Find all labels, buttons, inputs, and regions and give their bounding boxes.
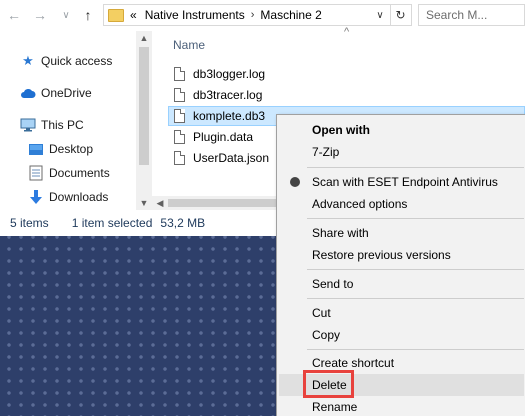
file-name: Plugin.data xyxy=(193,130,254,144)
file-name: db3logger.log xyxy=(193,67,266,81)
menu-item-label: Restore previous versions xyxy=(312,248,451,262)
file-name: db3tracer.log xyxy=(193,88,263,102)
menu-item-label: Scan with ESET Endpoint Antivirus xyxy=(312,175,498,189)
sidebar-item-label: Downloads xyxy=(49,190,109,204)
column-header-name[interactable]: Name xyxy=(173,38,205,52)
menu-separator xyxy=(307,269,524,270)
star-icon: ★ xyxy=(22,53,34,68)
sidebar-item-desktop[interactable]: Desktop xyxy=(28,138,93,160)
file-name: komplete.db3 xyxy=(193,109,266,123)
document-icon xyxy=(174,130,185,144)
documents-folder-icon xyxy=(28,165,44,181)
menu-item-scan-eset[interactable]: Scan with ESET Endpoint Antivirus xyxy=(279,171,524,193)
breadcrumb-separator-icon: › xyxy=(250,9,255,21)
context-menu: Open with 7-Zip Scan with ESET Endpoint … xyxy=(276,114,525,416)
file-row[interactable]: db3logger.log xyxy=(168,64,278,84)
scroll-up-icon[interactable]: ▲ xyxy=(136,31,152,45)
chevron-down-icon: ∨ xyxy=(376,9,384,21)
recent-locations-button[interactable]: ∨ xyxy=(56,4,76,26)
menu-item-7zip[interactable]: 7-Zip xyxy=(279,141,524,163)
up-arrow-icon: ↑ xyxy=(84,7,92,23)
sidebar-item-documents[interactable]: Documents xyxy=(28,162,110,184)
status-selection: 1 item selected xyxy=(71,216,153,230)
document-icon xyxy=(174,67,185,81)
sidebar-item-quick-access[interactable]: ★ Quick access xyxy=(20,50,112,72)
menu-item-label: 7-Zip xyxy=(312,145,340,159)
menu-item-delete[interactable]: Delete xyxy=(279,374,524,396)
download-arrow-icon xyxy=(28,189,44,205)
eset-scan-icon xyxy=(290,177,300,187)
sidebar-item-label: OneDrive xyxy=(41,86,92,100)
navigation-pane-scrollbar[interactable]: ▲ ▼ xyxy=(136,31,152,210)
search-box[interactable] xyxy=(418,4,525,26)
sidebar-item-this-pc[interactable]: This PC xyxy=(20,114,84,136)
menu-item-label: Open with xyxy=(312,123,370,137)
menu-separator xyxy=(307,349,524,350)
scroll-down-icon[interactable]: ▼ xyxy=(136,196,152,210)
breadcrumb-maschine-2[interactable]: Maschine 2 xyxy=(260,8,321,22)
menu-item-label: Create shortcut xyxy=(312,356,395,370)
sort-ascending-icon: ^ xyxy=(344,26,350,38)
computer-icon xyxy=(20,117,36,133)
menu-item-label: Share with xyxy=(312,226,369,240)
status-size: 53,2 MB xyxy=(160,216,206,230)
scrollbar-thumb[interactable] xyxy=(139,47,149,165)
file-name: UserData.json xyxy=(193,151,270,165)
back-arrow-icon: ← xyxy=(7,7,21,23)
menu-item-label: Cut xyxy=(312,306,331,320)
document-icon xyxy=(174,151,185,165)
menu-item-restore-previous-versions[interactable]: Restore previous versions xyxy=(279,244,524,266)
menu-item-label: Advanced options xyxy=(312,197,408,211)
address-bar[interactable]: « Native Instruments › Maschine 2 ∨ ↻ xyxy=(103,4,412,26)
forward-button[interactable]: → xyxy=(30,4,50,26)
scroll-left-icon[interactable]: ◀ xyxy=(152,196,168,210)
menu-item-rename[interactable]: Rename xyxy=(279,396,524,416)
folder-icon xyxy=(108,8,124,22)
file-row[interactable]: db3tracer.log xyxy=(168,85,278,105)
menu-item-label: Rename xyxy=(312,400,358,414)
menu-item-label: Delete xyxy=(312,378,347,392)
menu-item-label: Copy xyxy=(312,328,341,342)
search-input[interactable] xyxy=(426,8,496,22)
navigation-pane: ★ Quick access OneDrive This PC Desktop xyxy=(0,31,152,210)
sidebar-item-downloads[interactable]: Downloads xyxy=(28,186,108,208)
menu-separator xyxy=(307,218,524,219)
sidebar-item-label: Desktop xyxy=(49,142,94,156)
status-item-count: 5 items xyxy=(10,216,49,230)
menu-separator xyxy=(307,298,524,299)
document-icon xyxy=(174,109,185,123)
menu-item-share-with[interactable]: Share with xyxy=(279,222,524,244)
menu-item-open-with[interactable]: Open with xyxy=(279,119,524,141)
menu-item-cut[interactable]: Cut xyxy=(279,302,524,324)
menu-item-create-shortcut[interactable]: Create shortcut xyxy=(279,352,524,374)
desktop-folder-icon xyxy=(28,141,44,157)
refresh-button[interactable]: ↻ xyxy=(390,5,410,25)
menu-item-copy[interactable]: Copy xyxy=(279,324,524,346)
sidebar-item-label: This PC xyxy=(41,118,84,132)
back-button[interactable]: ← xyxy=(4,4,24,26)
file-row[interactable]: UserData.json xyxy=(168,148,278,168)
up-button[interactable]: ↑ xyxy=(78,4,98,26)
breadcrumb-native-instruments[interactable]: Native Instruments xyxy=(145,8,245,22)
menu-item-label: Send to xyxy=(312,277,354,291)
menu-separator xyxy=(307,167,524,168)
address-overflow-icon[interactable]: « xyxy=(130,8,137,22)
address-row: ← → ∨ ↑ « Native Instruments › Maschine … xyxy=(0,0,525,31)
chevron-down-icon: ∨ xyxy=(62,9,70,21)
file-row[interactable]: Plugin.data xyxy=(168,127,278,147)
menu-item-send-to[interactable]: Send to xyxy=(279,273,524,295)
refresh-icon: ↻ xyxy=(395,8,406,22)
sidebar-item-onedrive[interactable]: OneDrive xyxy=(20,82,92,104)
sidebar-item-label: Quick access xyxy=(41,54,113,68)
address-dropdown-button[interactable]: ∨ xyxy=(370,5,390,25)
sidebar-item-label: Documents xyxy=(49,166,110,180)
forward-arrow-icon: → xyxy=(33,7,47,23)
document-icon xyxy=(174,88,185,102)
cloud-icon xyxy=(20,85,36,101)
menu-item-advanced-options[interactable]: Advanced options xyxy=(279,193,524,215)
